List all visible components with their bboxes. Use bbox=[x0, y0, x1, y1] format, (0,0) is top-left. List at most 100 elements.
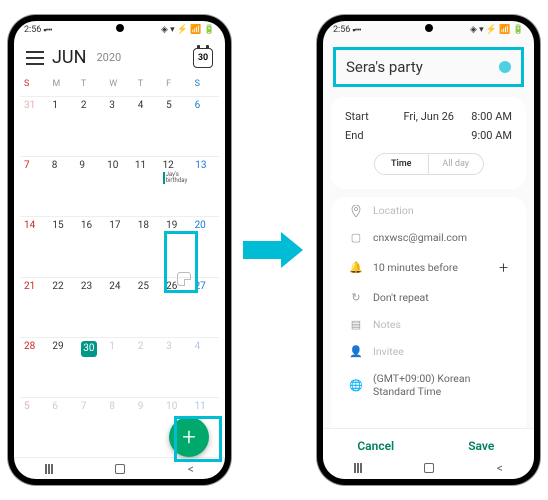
timezone-row[interactable]: 🌐 (GMT+09:00) Korean Standard Time bbox=[331, 365, 526, 405]
calendar-day[interactable]: 19 bbox=[162, 217, 190, 276]
status-bar: 2:56 ▪••• ◈ ▾ ⚡ 📶 🔋 bbox=[323, 21, 534, 39]
calendar-day[interactable]: 17 bbox=[105, 217, 133, 276]
calendar-day[interactable]: 4 bbox=[134, 97, 162, 156]
calendar-day[interactable]: 5 bbox=[162, 97, 190, 156]
nav-recent-icon[interactable] bbox=[45, 464, 53, 474]
calendar-day[interactable]: 4 bbox=[191, 338, 219, 397]
calendar-day[interactable]: 10 bbox=[103, 157, 131, 216]
calendar-event[interactable]: Jay's birthday bbox=[163, 172, 188, 184]
notes-text: Notes bbox=[373, 318, 508, 331]
invitee-text: Invitee bbox=[373, 345, 508, 358]
calendar-month[interactable]: JUN bbox=[52, 47, 86, 68]
save-button[interactable]: Save bbox=[429, 439, 535, 453]
timezone-text: (GMT+09:00) Korean Standard Time bbox=[373, 372, 508, 398]
phone-right: 2:56 ▪••• ◈ ▾ ⚡ 📶 🔋 Sera's party Start F… bbox=[317, 15, 540, 485]
calendar-day[interactable]: 29 bbox=[48, 338, 76, 397]
calendar-day[interactable]: 13 bbox=[191, 157, 219, 216]
status-icons: ◈ ▾ ⚡ 📶 🔋 bbox=[470, 25, 524, 35]
calendar-day[interactable]: 23 bbox=[77, 278, 105, 337]
status-icons: ◈ ▾ ⚡ 📶 🔋 bbox=[161, 25, 215, 35]
calendar-day[interactable]: 6 bbox=[48, 398, 76, 457]
repeat-icon: ↻ bbox=[349, 291, 363, 304]
calendar-day[interactable]: 26 bbox=[162, 278, 190, 337]
calendar-day[interactable]: 12Jay's birthday bbox=[159, 157, 192, 216]
end-date bbox=[385, 129, 462, 142]
day-header: T bbox=[77, 76, 105, 96]
camera-notch bbox=[116, 24, 124, 32]
time-allday-toggle[interactable]: Time All day bbox=[374, 153, 484, 175]
calendar-day[interactable]: 28 bbox=[20, 338, 48, 397]
calendar-account-row[interactable]: ▢ cnxwsc@gmail.com bbox=[331, 224, 526, 251]
action-bar: Cancel Save bbox=[323, 428, 534, 457]
notes-row[interactable]: ▤ Notes bbox=[331, 311, 526, 338]
calendar-day[interactable]: 8 bbox=[105, 398, 133, 457]
calendar-day[interactable]: 22 bbox=[48, 278, 76, 337]
nav-home-icon[interactable] bbox=[424, 463, 434, 473]
menu-icon[interactable] bbox=[26, 51, 44, 65]
toggle-time[interactable]: Time bbox=[375, 154, 430, 174]
nav-home-icon[interactable] bbox=[115, 464, 125, 474]
cancel-button[interactable]: Cancel bbox=[323, 439, 429, 453]
calendar-account-icon: ▢ bbox=[349, 231, 363, 244]
day-header: F bbox=[162, 76, 190, 96]
calendar-day[interactable]: 31 bbox=[20, 97, 48, 156]
event-title-field[interactable]: Sera's party bbox=[333, 47, 524, 87]
day-header: S bbox=[191, 76, 219, 96]
person-icon: 👤 bbox=[349, 345, 363, 358]
calendar-day[interactable]: 7 bbox=[77, 398, 105, 457]
calendar-day[interactable]: 30 bbox=[77, 338, 105, 397]
add-reminder-icon[interactable]: + bbox=[499, 258, 508, 277]
toggle-allday[interactable]: All day bbox=[429, 154, 483, 174]
calendar-day[interactable]: 18 bbox=[134, 217, 162, 276]
location-row[interactable]: Location bbox=[331, 197, 526, 224]
calendar-day[interactable]: 3 bbox=[162, 338, 190, 397]
location-pin-icon bbox=[349, 205, 363, 217]
calendar-day[interactable]: 25 bbox=[134, 278, 162, 337]
event-color-dot[interactable] bbox=[499, 61, 511, 73]
end-time: 9:00 AM bbox=[462, 129, 512, 142]
calendar-day[interactable]: 6 bbox=[191, 97, 219, 156]
phone-left: 2:56 ▪••• ◈ ▾ ⚡ 📶 🔋 JUN 2020 30 SMTWTFS3… bbox=[8, 15, 231, 485]
event-title-text: Sera's party bbox=[346, 58, 499, 76]
end-time-row[interactable]: End 9:00 AM bbox=[345, 126, 512, 145]
calendar-day[interactable]: 16 bbox=[77, 217, 105, 276]
nav-bar bbox=[14, 457, 225, 479]
nav-recent-icon[interactable] bbox=[354, 463, 362, 473]
start-date: Fri, Jun 26 bbox=[385, 110, 462, 123]
start-time: 8:00 AM bbox=[462, 110, 512, 123]
repeat-row[interactable]: ↻ Don't repeat bbox=[331, 284, 526, 311]
calendar-day[interactable]: 1 bbox=[105, 338, 133, 397]
nav-bar bbox=[323, 457, 534, 479]
calendar-day[interactable]: 15 bbox=[48, 217, 76, 276]
reminder-row[interactable]: 🔔 10 minutes before + bbox=[331, 251, 526, 284]
calendar-day[interactable]: 11 bbox=[131, 157, 159, 216]
calendar-day[interactable]: 9 bbox=[75, 157, 103, 216]
calendar-day[interactable]: 20 bbox=[191, 217, 219, 276]
calendar-day[interactable]: 7 bbox=[20, 157, 48, 216]
calendar-day[interactable]: 3 bbox=[105, 97, 133, 156]
calendar-day[interactable]: 2 bbox=[134, 338, 162, 397]
calendar-day[interactable]: 21 bbox=[20, 278, 48, 337]
start-label: Start bbox=[345, 110, 385, 123]
calendar-day[interactable]: 5 bbox=[20, 398, 48, 457]
reminder-text: 10 minutes before bbox=[373, 261, 489, 274]
calendar-day[interactable]: 27 bbox=[191, 278, 219, 337]
day-header: T bbox=[134, 76, 162, 96]
today-icon[interactable]: 30 bbox=[193, 48, 213, 68]
nav-back-icon[interactable] bbox=[497, 461, 503, 475]
globe-icon: 🌐 bbox=[349, 379, 363, 392]
calendar-day[interactable]: 8 bbox=[48, 157, 76, 216]
nav-back-icon[interactable] bbox=[188, 462, 194, 476]
calendar-day[interactable]: 2 bbox=[77, 97, 105, 156]
calendar-day[interactable]: 1 bbox=[48, 97, 76, 156]
invitee-row[interactable]: 👤 Invitee bbox=[331, 338, 526, 365]
calendar-grid: SMTWTFS31123456789101112Jay's birthday13… bbox=[14, 76, 225, 457]
repeat-text: Don't repeat bbox=[373, 291, 508, 304]
calendar-day[interactable]: 14 bbox=[20, 217, 48, 276]
add-event-button[interactable]: + bbox=[169, 417, 209, 457]
calendar-day[interactable]: 24 bbox=[105, 278, 133, 337]
start-time-row[interactable]: Start Fri, Jun 26 8:00 AM bbox=[345, 107, 512, 126]
bell-icon: 🔔 bbox=[349, 261, 363, 274]
status-time: 2:56 bbox=[333, 25, 350, 35]
calendar-day[interactable]: 9 bbox=[134, 398, 162, 457]
